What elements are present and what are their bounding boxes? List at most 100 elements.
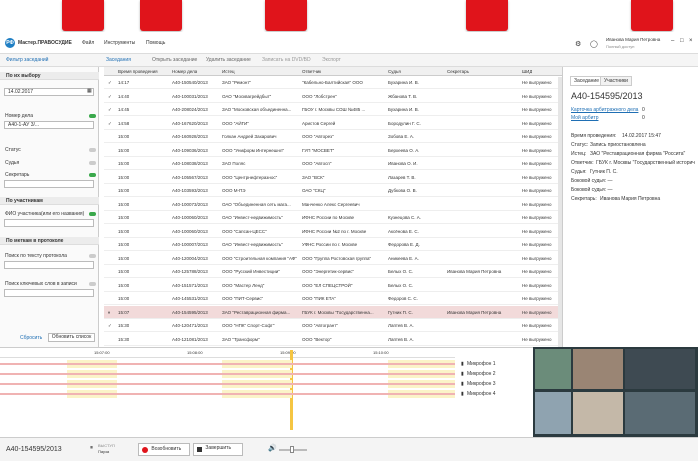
status-label: Статус:	[571, 142, 589, 148]
table-row[interactable]: ⏸ 15:07 А40-154595/2013 ЗАО "Реставрационна…	[104, 305, 562, 319]
my-notes-link[interactable]: Мой арбитр	[571, 115, 598, 121]
action-export[interactable]: Экспорт	[322, 57, 341, 63]
table-row[interactable]: 15:00 А40-103593/2013 ООО М-ПЭ ОАО "СКЦ" Дуб…	[104, 184, 562, 197]
status-state-pre: ВЫСТУП	[98, 443, 115, 448]
action-open[interactable]: Открыть заседание	[152, 57, 197, 63]
audio-timeline[interactable]: 15:07:00 15:08:00 15:09:00 15:10:00 ▮ Ми…	[0, 347, 533, 437]
date-value: 14.02.2017	[8, 89, 34, 95]
resume-label: Возобновить	[151, 445, 182, 452]
table-row[interactable]: 15:00 А40-100060/2013 ОАО "Инвест-недвижим…	[104, 211, 562, 224]
cell-judge: Зобова Е. А.	[388, 134, 415, 139]
table-row[interactable]: 15:00 А40-145531/2013 ООО "ПИТ-Сервис" ООО …	[104, 292, 562, 305]
resume-button[interactable]: Возобновить	[138, 443, 190, 456]
table-row[interactable]: 15:00 А40-108038/2013 ЗАО Поляс ООО "Автосп…	[104, 157, 562, 170]
action-dvd[interactable]: Записать на DVD/BD	[262, 57, 311, 63]
toggle-case[interactable]	[89, 114, 96, 118]
col-secretary[interactable]: Секретарь	[447, 69, 469, 74]
table-row[interactable]: 15:00 А40-100007/2013 ОАО "Инвест-недвижим…	[104, 238, 562, 251]
minimize-icon[interactable]: –	[671, 38, 674, 44]
tab-sessions[interactable]: Заседания	[106, 57, 131, 63]
side-judge-2: Боковой судья: —	[571, 187, 613, 193]
table-row[interactable]: 15:00 А40-160928/2013 Голкан Андрей Захаро…	[104, 130, 562, 143]
protocol-input[interactable]	[4, 261, 94, 269]
volume-handle[interactable]	[290, 446, 294, 453]
table-row[interactable]: ✓ 15:30 А40-120471/2013 ООО "НПК" Спорт-Соф…	[104, 319, 562, 332]
action-delete[interactable]: Удалить заседание	[206, 57, 251, 63]
finish-button[interactable]: Завершить	[193, 443, 243, 456]
cell-status: Не выгружено	[522, 80, 552, 85]
status-value: Запись приостановлена	[590, 142, 646, 148]
field-label-judge: Судья	[5, 160, 20, 166]
maximize-icon[interactable]: □	[680, 38, 684, 44]
table-row[interactable]: 15:00 А40-120004/2013 ООО "Строительная ко…	[104, 252, 562, 265]
col-plaintiff[interactable]: Истец	[222, 69, 235, 74]
toggle-words[interactable]	[89, 282, 96, 286]
menu-tools[interactable]: Инструменты	[104, 40, 135, 46]
table-row[interactable]: 15:00 А40-100073/2013 ОАО "Объединенная се…	[104, 198, 562, 211]
tab-session[interactable]: Заседание	[570, 76, 604, 86]
refresh-button[interactable]: Обновить список	[48, 333, 95, 342]
table-header: Время проведения Номер дела Истец Ответч…	[104, 67, 562, 76]
fio-input[interactable]	[4, 219, 94, 227]
toggle-secretary[interactable]	[89, 173, 96, 177]
video-feed-6[interactable]	[625, 392, 695, 434]
cell-time: 15:00	[118, 188, 130, 193]
table-row[interactable]: 15:00 А40-109036/2013 ООО "Униформ Интерне…	[104, 144, 562, 157]
cell-plaintiff: ОАО "Инвест-недвижимость"	[222, 242, 283, 247]
close-icon[interactable]: ×	[689, 38, 693, 44]
video-panel[interactable]	[533, 347, 698, 437]
cell-plaintiff: ЗАО "Московская объединенна...	[222, 107, 292, 112]
cell-plaintiff: ООО "Сапсан-ЦЕСС"	[222, 228, 267, 234]
col-defendant[interactable]: Ответчик	[302, 69, 321, 74]
red-marker-5	[631, 0, 673, 31]
video-feed-2[interactable]	[573, 349, 623, 389]
status-state: Пауза	[98, 449, 110, 454]
settings-icon[interactable]: ⚙	[575, 40, 581, 48]
tick-2: 15:08:00	[187, 350, 203, 355]
cell-case: А40-145531/2013	[172, 296, 208, 301]
table-row[interactable]: 15:00 А40-151571/2013 ООО "Мастер Ленд" ООО…	[104, 279, 562, 292]
tab-participants[interactable]: Участники	[600, 76, 632, 86]
track-2[interactable]	[0, 370, 455, 378]
volume-icon[interactable]: 🔊	[268, 444, 277, 452]
toggle-judge[interactable]	[89, 161, 96, 165]
table-row[interactable]: ✓ 14:58 А40-167620/2013 ООО "АЙГИ" Аристов С…	[104, 117, 562, 130]
secretary-input[interactable]	[4, 180, 94, 188]
reset-button[interactable]: Сбросить	[20, 335, 42, 341]
user-icon[interactable]: ◯	[590, 40, 598, 48]
cell-time: 14:40	[118, 93, 130, 99]
track-3[interactable]	[0, 380, 455, 388]
table-row[interactable]: 15:00 А40-105567/2013 ООО "Центрнефтеразно…	[104, 171, 562, 184]
track-4[interactable]	[0, 390, 455, 398]
video-feed-4[interactable]	[535, 392, 571, 434]
col-case[interactable]: Номер дела	[172, 69, 197, 74]
defendant-label: Ответчик:	[571, 160, 594, 166]
toggle-status[interactable]	[89, 148, 96, 152]
user-name: Иванова Мария Петровна	[606, 37, 661, 42]
case-card-link[interactable]: Карточка арбитражного дела	[571, 107, 638, 113]
track-1[interactable]	[0, 360, 455, 368]
mic-icon-4: ▮	[461, 391, 464, 397]
table-row[interactable]: 15:00 А40-125788/2013 ООО "Русский Инвести…	[104, 265, 562, 278]
table-row[interactable]: 15:30 А40-121081/2013 ЗАО "Трансформ" ООО "…	[104, 333, 562, 346]
table-row[interactable]: ✓ 14:40 А40-100031/2013 ОАО "Москвагрейдбыт…	[104, 90, 562, 103]
toggle-protocol[interactable]	[89, 254, 96, 258]
table-row[interactable]: 15:00 А40-100060/2013 ООО "Сапсан-ЦЕСС" ИФН…	[104, 225, 562, 238]
words-input[interactable]	[4, 289, 94, 297]
cell-status: Не выгружено	[522, 107, 552, 112]
calendar-icon[interactable]: ▦	[87, 88, 92, 94]
video-feed-1[interactable]	[535, 349, 571, 389]
track-label-3: Микрофон 3	[467, 381, 496, 387]
menu-help[interactable]: Помощь	[146, 40, 165, 46]
col-judge[interactable]: Судья	[388, 69, 401, 74]
table-scrollbar[interactable]	[558, 77, 562, 347]
menu-file[interactable]: Файл	[82, 40, 94, 46]
table-row[interactable]: ✓ 14:17 А40-150540/2013 ЗАО "Ремонт" "Кабель…	[104, 76, 562, 89]
video-feed-3[interactable]	[625, 349, 695, 389]
record-icon	[142, 447, 148, 453]
col-time[interactable]: Время проведения	[118, 69, 158, 74]
video-feed-5[interactable]	[573, 392, 623, 434]
col-status[interactable]: ШИД	[522, 69, 532, 74]
table-row[interactable]: ✓ 14:45 А40-208024/2013 ЗАО "Московская объ…	[104, 103, 562, 116]
toggle-fio[interactable]	[89, 212, 96, 216]
